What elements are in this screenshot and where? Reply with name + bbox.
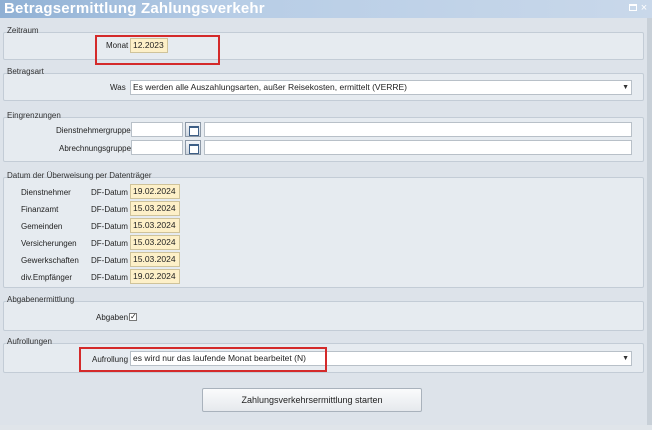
chevron-down-icon[interactable]: ▼ — [622, 352, 629, 365]
calendar-icon — [189, 144, 199, 154]
group-eingrenzungen-legend: Eingrenzungen — [7, 111, 61, 120]
datum-row-name: Versicherungen — [21, 239, 77, 248]
abrechnungsgruppe-code-field[interactable] — [131, 140, 183, 155]
datum-row-type: DF-Datum — [91, 256, 128, 265]
group-datum-legend: Datum der Überweisung per Datenträger — [7, 171, 152, 180]
abrechnungsgruppe-text-field[interactable] — [204, 140, 632, 155]
datum-row-name: Dienstnehmer — [21, 188, 71, 197]
datum-row-name: Finanzamt — [21, 205, 59, 214]
window-titlebar: Betragsermittlung Zahlungsverkehr × — [0, 0, 652, 18]
datum-row-type: DF-Datum — [91, 222, 128, 231]
datum-field-finanzamt[interactable]: 15.03.2024 — [130, 201, 180, 216]
was-select[interactable]: Es werden alle Auszahlungsarten, außer R… — [130, 80, 632, 95]
datum-row-name: Gemeinden — [21, 222, 63, 231]
datum-field-gemeinden[interactable]: 15.03.2024 — [130, 218, 180, 233]
abgaben-label: Abgaben — [96, 313, 129, 322]
datum-row-type: DF-Datum — [91, 239, 128, 248]
annotation-box-monat — [95, 35, 220, 65]
dienstnehmergruppe-picker-button[interactable] — [185, 122, 201, 137]
datum-row-name: Gewerkschaften — [21, 256, 79, 265]
datum-field-div-empfaenger[interactable]: 19.02.2024 — [130, 269, 180, 284]
was-select-value: Es werden alle Auszahlungsarten, außer R… — [133, 82, 408, 92]
datum-field-gewerkschaften[interactable]: 15.03.2024 — [130, 252, 180, 267]
group-aufrollungen-legend: Aufrollungen — [7, 337, 52, 346]
abrechnungsgruppe-label: Abrechnungsgruppe — [59, 144, 132, 153]
group-abgabenermittlung-legend: Abgabenermittlung — [7, 295, 75, 304]
window-border — [647, 18, 652, 430]
window-title: Betragsermittlung Zahlungsverkehr — [4, 0, 265, 17]
calendar-icon — [189, 126, 199, 136]
maximize-icon[interactable] — [629, 4, 637, 11]
dienstnehmergruppe-text-field[interactable] — [204, 122, 632, 137]
close-icon[interactable]: × — [639, 1, 649, 15]
start-zahlungsverkehr-button[interactable]: Zahlungsverkehrsermittlung starten — [202, 388, 422, 412]
datum-row-type: DF-Datum — [91, 188, 128, 197]
chevron-down-icon[interactable]: ▼ — [622, 81, 629, 94]
datum-row-type: DF-Datum — [91, 205, 128, 214]
abgaben-checkbox[interactable]: ✓ — [129, 313, 137, 321]
dienstnehmergruppe-code-field[interactable] — [131, 122, 183, 137]
datum-field-dienstnehmer[interactable]: 19.02.2024 — [130, 184, 180, 199]
abrechnungsgruppe-picker-button[interactable] — [185, 140, 201, 155]
window-bottom-border — [0, 425, 652, 430]
dienstnehmergruppe-label: Dienstnehmergruppe — [56, 126, 131, 135]
group-zeitraum-legend: Zeitraum — [7, 26, 39, 35]
group-betragsart-legend: Betragsart — [7, 67, 44, 76]
datum-row-type: DF-Datum — [91, 273, 128, 282]
datum-field-versicherungen[interactable]: 15.03.2024 — [130, 235, 180, 250]
was-label: Was — [110, 83, 126, 92]
datum-row-name: div.Empfänger — [21, 273, 72, 282]
annotation-box-aufrollung — [79, 347, 327, 372]
